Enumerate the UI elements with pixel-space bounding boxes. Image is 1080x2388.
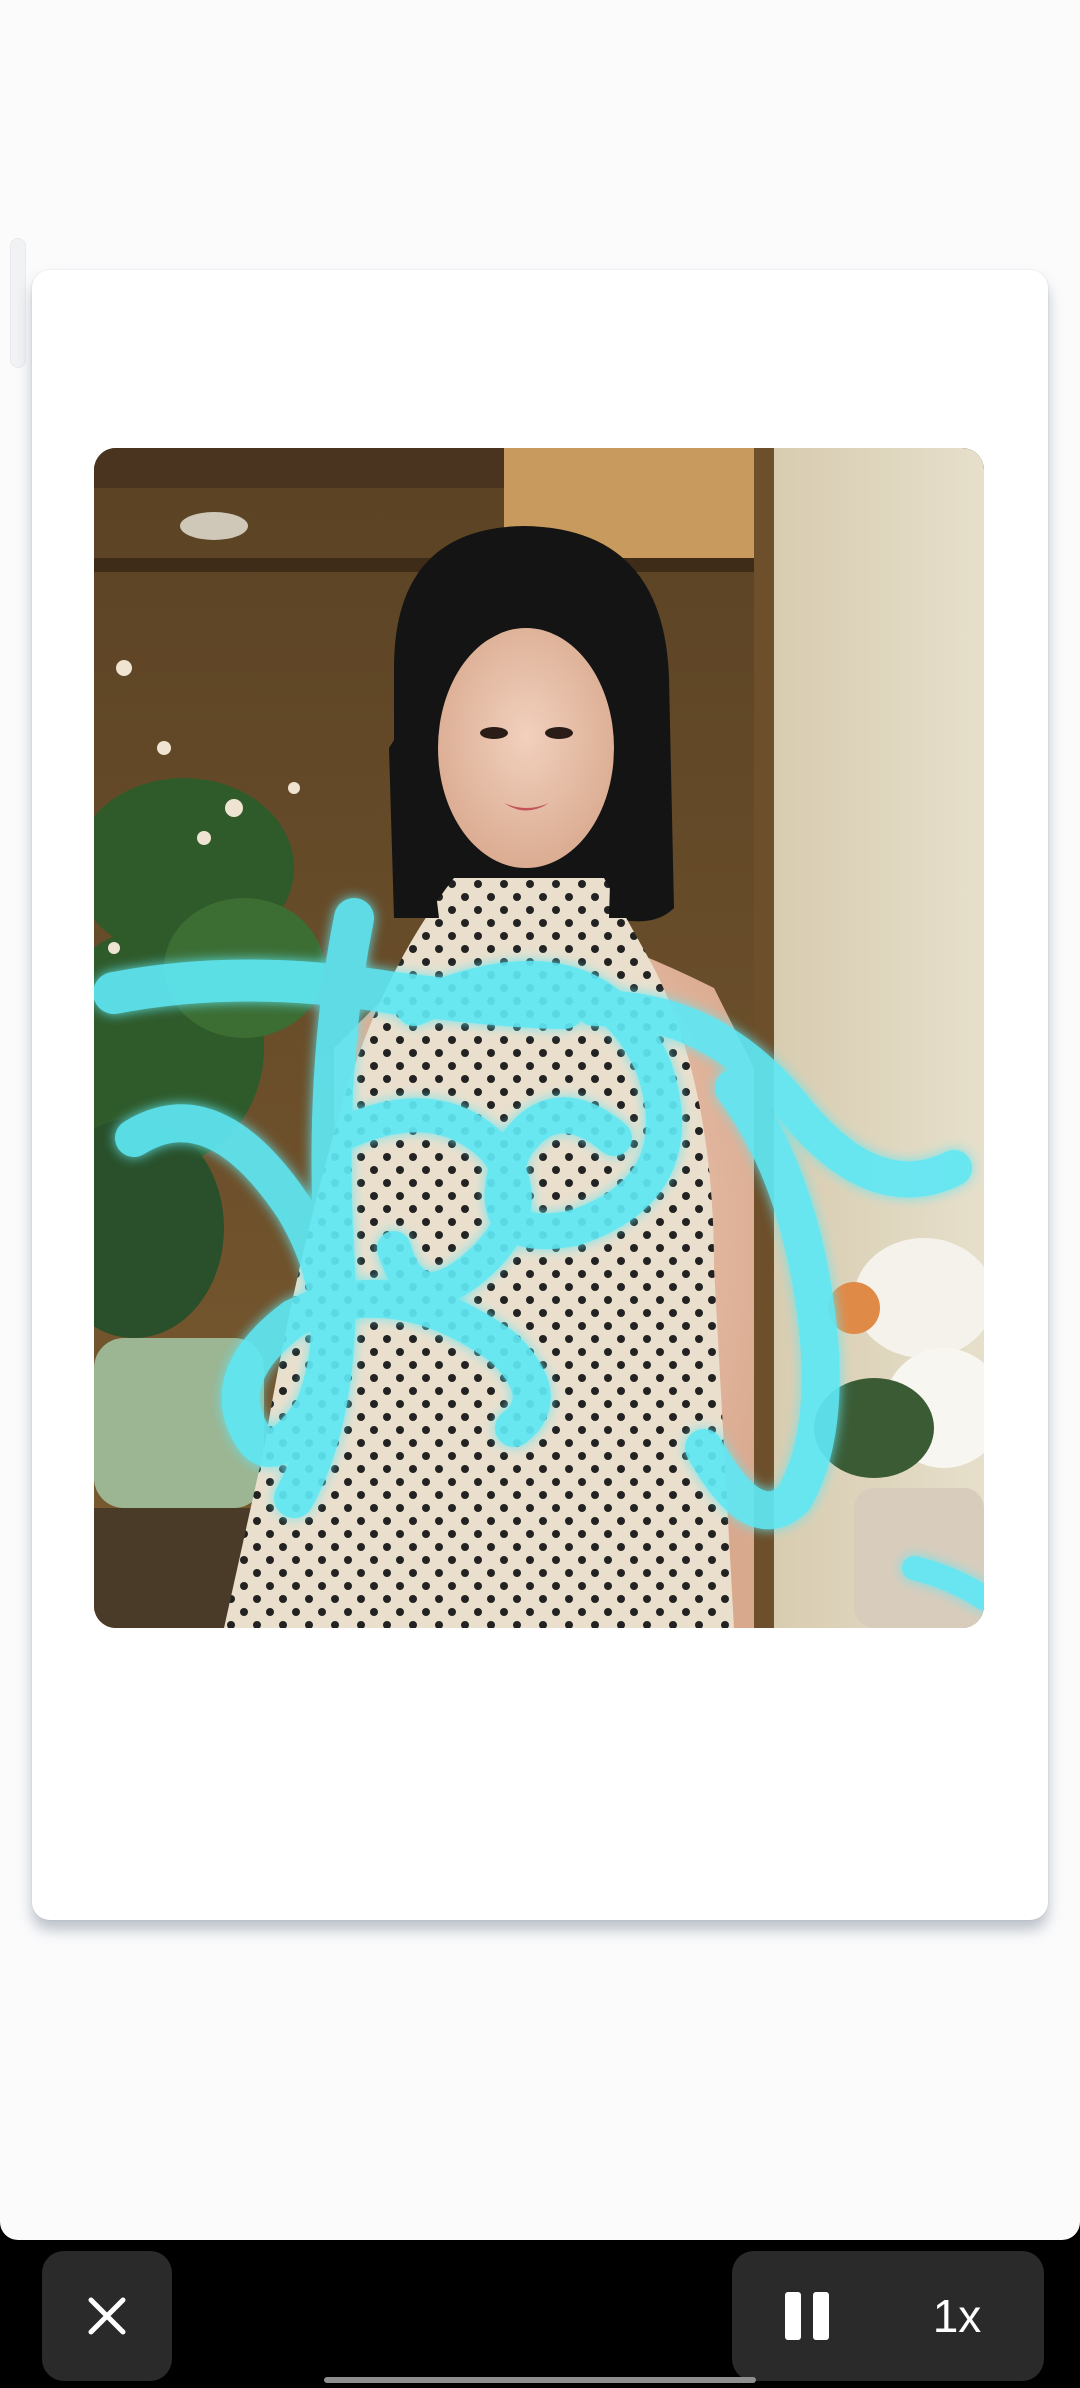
photocard bbox=[32, 270, 1048, 1920]
viewer-stage bbox=[0, 0, 1080, 2240]
portrait-illustration bbox=[94, 448, 984, 1628]
pause-icon bbox=[785, 2292, 829, 2340]
close-button[interactable] bbox=[42, 2251, 172, 2381]
playback-controls: 1x bbox=[732, 2251, 1044, 2381]
close-icon bbox=[88, 2297, 126, 2335]
home-indicator bbox=[324, 2377, 756, 2383]
playback-speed-button[interactable]: 1x bbox=[882, 2251, 1032, 2381]
pause-button[interactable] bbox=[732, 2251, 882, 2381]
photocard-image bbox=[94, 448, 984, 1628]
side-handle[interactable] bbox=[10, 238, 26, 368]
